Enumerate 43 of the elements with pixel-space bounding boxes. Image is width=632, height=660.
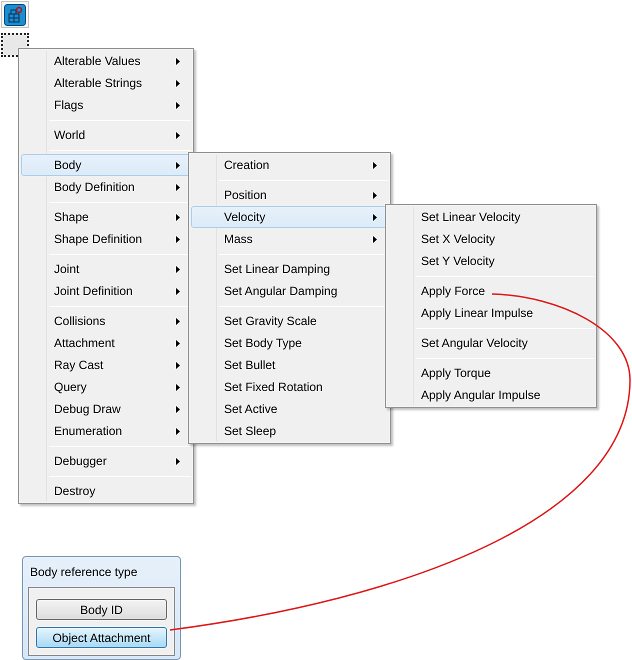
menu-item[interactable]: Shape bbox=[21, 206, 191, 228]
option-button[interactable]: Object Attachment bbox=[36, 627, 167, 648]
menu-item[interactable]: Set Angular Damping bbox=[191, 280, 388, 302]
menu-item[interactable]: Set Y Velocity bbox=[388, 250, 594, 272]
option-button[interactable]: Body ID bbox=[36, 599, 167, 620]
menu-item[interactable]: Apply Force bbox=[388, 280, 594, 302]
menu-item[interactable]: Apply Torque bbox=[388, 362, 594, 384]
boxes-icon bbox=[4, 4, 26, 26]
menu-item[interactable]: Set Linear Damping bbox=[191, 258, 388, 280]
menu-item[interactable]: Body Definition bbox=[21, 176, 191, 198]
menu-item[interactable]: Velocity bbox=[191, 206, 388, 228]
menu-item[interactable]: Position bbox=[191, 184, 388, 206]
menu-item[interactable]: Enumeration bbox=[21, 420, 191, 442]
menu-item[interactable]: Shape Definition bbox=[21, 228, 191, 250]
menu-item[interactable]: Attachment bbox=[21, 332, 191, 354]
menu-item[interactable]: Joint bbox=[21, 258, 191, 280]
app-toolbar-button[interactable] bbox=[1, 1, 29, 28]
menu-item[interactable]: Alterable Strings bbox=[21, 72, 191, 94]
menu-item[interactable]: Set Fixed Rotation bbox=[191, 376, 388, 398]
menu-item[interactable]: Flags bbox=[21, 94, 191, 116]
menu-item[interactable]: Creation bbox=[191, 154, 388, 176]
menu-item[interactable]: Set Gravity Scale bbox=[191, 310, 388, 332]
menu-item[interactable]: Ray Cast bbox=[21, 354, 191, 376]
menu-item[interactable]: Body bbox=[21, 154, 191, 176]
menu-item[interactable]: Apply Angular Impulse bbox=[388, 384, 594, 406]
menu-item[interactable]: Set Angular Velocity bbox=[388, 332, 594, 354]
menu-item[interactable]: Set Body Type bbox=[191, 332, 388, 354]
menu-item[interactable]: Set Sleep bbox=[191, 420, 388, 442]
group-title: Body reference type bbox=[30, 564, 138, 581]
menu-item[interactable]: Set Linear Velocity bbox=[388, 206, 594, 228]
menu-item[interactable]: Debugger bbox=[21, 450, 191, 472]
menu-item[interactable]: Set Active bbox=[191, 398, 388, 420]
menu-item[interactable]: Apply Linear Impulse bbox=[388, 302, 594, 324]
menu-item[interactable]: Destroy bbox=[21, 480, 191, 502]
menu-item[interactable]: Collisions bbox=[21, 310, 191, 332]
menu-item[interactable]: Set X Velocity bbox=[388, 228, 594, 250]
menu-item[interactable]: World bbox=[21, 124, 191, 146]
menu-item[interactable]: Mass bbox=[191, 228, 388, 250]
menu-item[interactable]: Debug Draw bbox=[21, 398, 191, 420]
menu-item[interactable]: Alterable Values bbox=[21, 50, 191, 72]
menu-item[interactable]: Query bbox=[21, 376, 191, 398]
menu-item[interactable]: Set Bullet bbox=[191, 354, 388, 376]
menu-item[interactable]: Joint Definition bbox=[21, 280, 191, 302]
